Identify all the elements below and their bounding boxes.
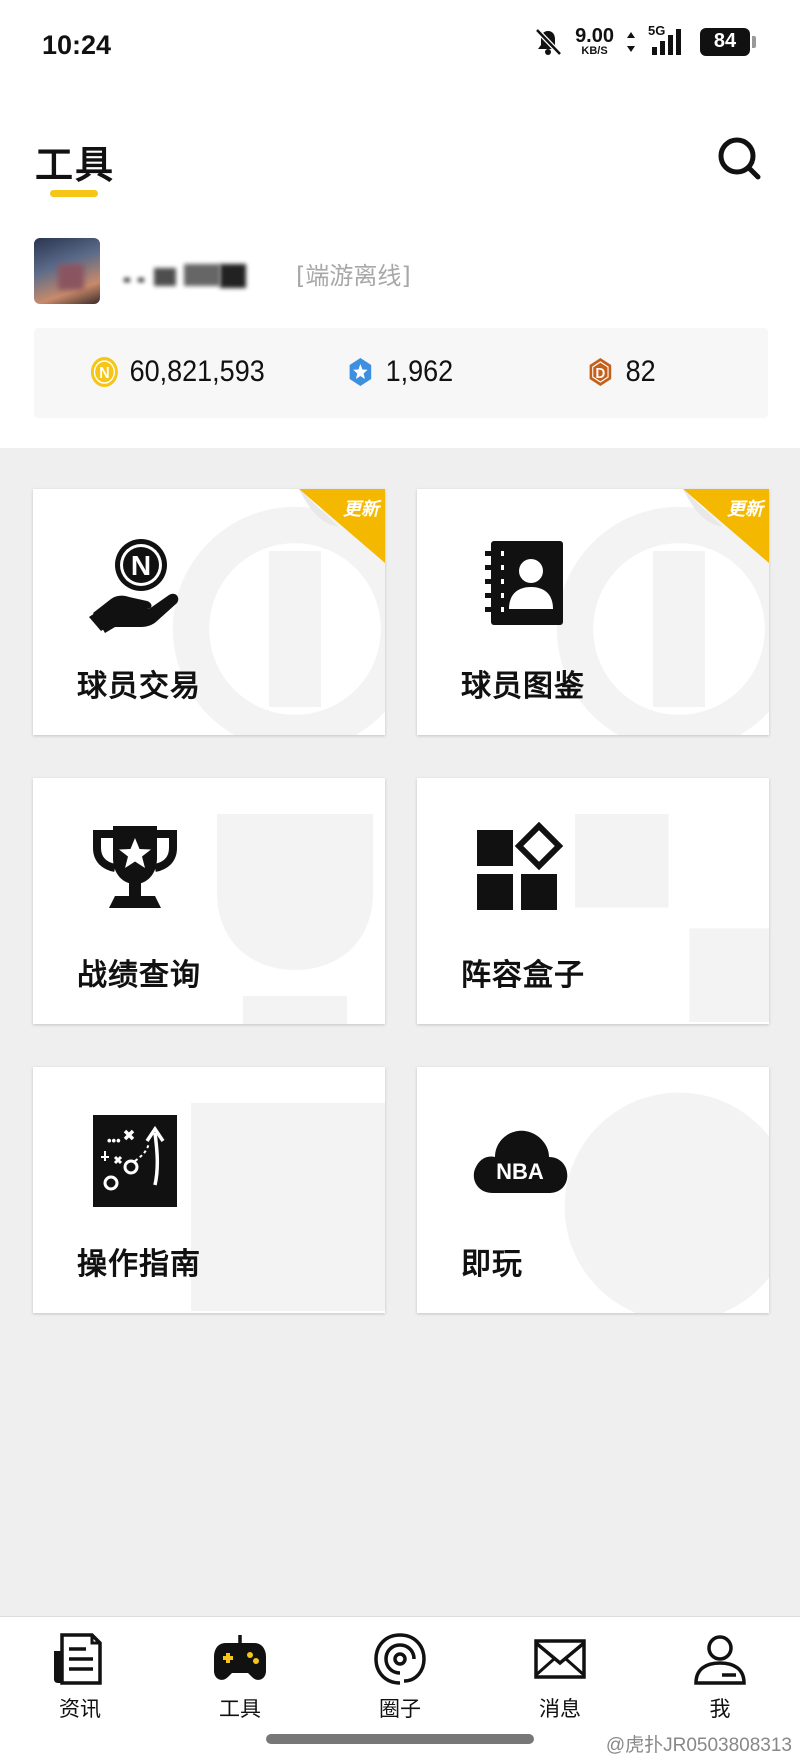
svg-text:•••: •••: [107, 1133, 121, 1148]
status-icons: 9.00 KB/S 5G 84: [533, 23, 756, 57]
nav-label: 工具: [219, 1697, 261, 1721]
nav-item-circle[interactable]: 圈子: [350, 1631, 450, 1731]
svg-text:N: N: [131, 550, 151, 581]
update-badge: 更新: [727, 499, 763, 520]
watermark-icon: [564, 1092, 769, 1313]
tools-grid: N 球员交易 更新 球员图鉴 更新 战绩查询 阵容盒子 ••• 操作指南 NBA…: [0, 448, 800, 1616]
nav-label: 圈子: [379, 1697, 421, 1721]
battery-icon: 84: [700, 27, 756, 56]
header: 工具: [0, 120, 800, 210]
search-icon[interactable]: [714, 134, 764, 184]
username-redacted: [124, 264, 274, 288]
nav-item-news[interactable]: 资讯: [30, 1631, 130, 1731]
net-speed-unit: KB/S: [581, 45, 608, 57]
update-badge: 更新: [343, 499, 379, 520]
user-status: [端游离线]: [296, 262, 411, 290]
currency-bar: N 60,821,593 1,962 D 82: [34, 328, 768, 418]
signal-icon: [652, 28, 681, 55]
net-speed: 9.00 KB/S: [575, 26, 614, 57]
star-badge-icon: [349, 358, 372, 386]
nav-label: 我: [709, 1697, 731, 1721]
news-icon: [54, 1633, 102, 1685]
tool-card-player-trade[interactable]: N 球员交易 更新: [33, 489, 385, 735]
contact-book-icon: [485, 541, 563, 625]
tool-card-instant-play[interactable]: NBA 即玩: [417, 1067, 769, 1313]
tool-label: 战绩查询: [77, 958, 201, 993]
nav-label: 消息: [539, 1697, 581, 1721]
mail-icon: [534, 1639, 586, 1679]
gamepad-icon: [214, 1635, 266, 1680]
home-indicator[interactable]: [266, 1734, 534, 1744]
title-underline: [50, 190, 98, 197]
svg-text:NBA: NBA: [496, 1159, 544, 1184]
currency-value: 60,821,593: [129, 355, 265, 388]
user-row[interactable]: [端游离线]: [34, 238, 774, 306]
tool-label: 球员图鉴: [461, 669, 585, 704]
currency-star: 1,962: [346, 355, 453, 389]
nav-item-tools[interactable]: 工具: [190, 1631, 290, 1731]
mute-bell-icon: [535, 27, 562, 56]
tool-card-player-book[interactable]: 球员图鉴 更新: [417, 489, 769, 735]
grid-diamond-icon: [477, 822, 564, 910]
currency-d-coin: D 82: [586, 355, 656, 389]
page-title: 工具: [35, 143, 116, 187]
svg-text:D: D: [596, 365, 606, 382]
currency-value: 82: [625, 355, 656, 388]
data-arrows-icon: [627, 31, 635, 52]
tactics-board-icon: •••: [93, 1115, 177, 1207]
tool-label: 球员交易: [77, 669, 201, 704]
tool-card-guide[interactable]: ••• 操作指南: [33, 1067, 385, 1313]
nba-cloud-icon: NBA: [473, 1130, 568, 1193]
status-bar: 10:24 9.00 KB/S 5G 84: [0, 0, 800, 90]
avatar[interactable]: [34, 238, 100, 304]
net-speed-value: 9.00: [575, 25, 614, 47]
signal-group: 5G: [648, 23, 688, 57]
currency-value: 1,962: [385, 355, 454, 388]
circle-icon: [374, 1633, 426, 1685]
nav-label: 资讯: [59, 1697, 101, 1721]
n-coin-icon: N: [90, 357, 118, 387]
hand-coin-icon: N: [89, 539, 179, 633]
watermark-credit: @虎扑JR0503808313: [605, 1735, 792, 1756]
trophy-icon: [93, 826, 177, 908]
tool-card-record[interactable]: 战绩查询: [33, 778, 385, 1024]
nav-item-messages[interactable]: 消息: [510, 1631, 610, 1731]
tool-label: 即玩: [461, 1247, 523, 1282]
status-time: 10:24: [42, 29, 112, 60]
user-icon: [694, 1635, 746, 1685]
nav-item-me[interactable]: 我: [670, 1631, 770, 1731]
svg-text:N: N: [99, 364, 109, 382]
currency-n-coin: N 60,821,593: [90, 355, 265, 389]
d-hexagon-icon: D: [589, 358, 612, 386]
tool-card-lineup-box[interactable]: 阵容盒子: [417, 778, 769, 1024]
tool-label: 操作指南: [77, 1247, 201, 1282]
tool-label: 阵容盒子: [461, 958, 585, 993]
